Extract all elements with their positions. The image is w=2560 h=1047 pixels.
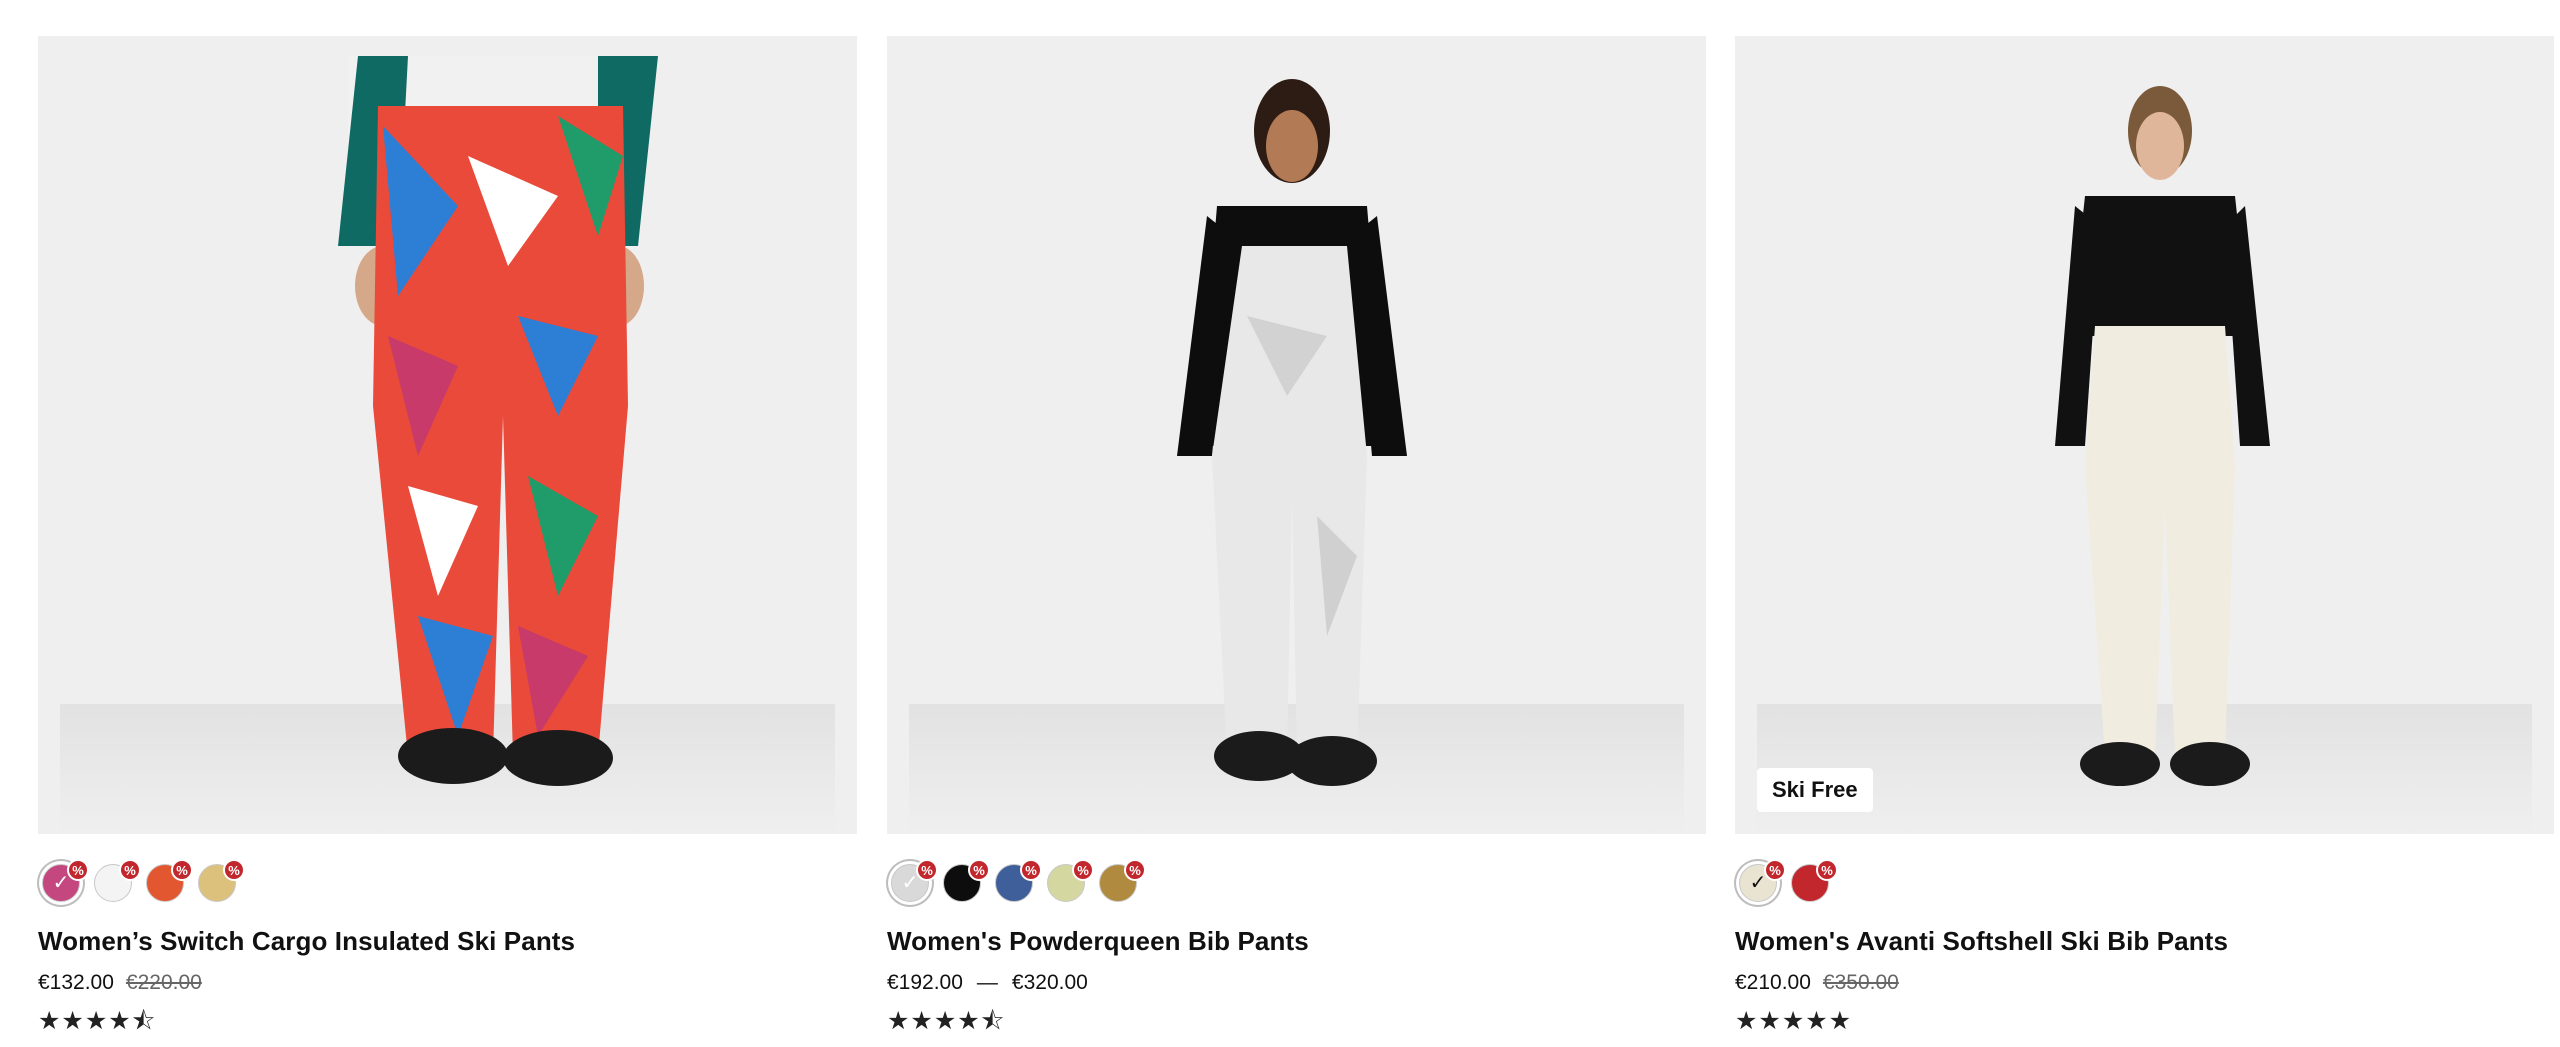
product-title[interactable]: Women's Avanti Softshell Ski Bib Pants [1735,924,2554,958]
sale-badge-icon: % [1816,859,1838,881]
color-swatch[interactable]: % [1047,859,1094,902]
sale-badge-icon: % [1124,859,1146,881]
sale-badge-icon: % [968,859,990,881]
price-range-separator: — [976,971,998,994]
original-price: €350.00 [1822,971,1899,994]
rating-stars: ★★★★★ [1735,1007,1853,1035]
sale-price: €210.00 [1735,971,1811,994]
color-swatch[interactable]: % [943,859,990,902]
product-title[interactable]: Women's Powderqueen Bib Pants [887,924,1706,958]
sale-badge-icon: % [1764,859,1786,881]
product-price: €132.00 €220.00 [38,968,857,998]
ski-pants-model-image [338,56,658,786]
product-price: €210.00 €350.00 [1735,968,2554,998]
color-swatch[interactable]: % [1791,859,1838,902]
sale-price: €132.00 [38,971,114,994]
product-image[interactable]: Ski Free [1735,36,2554,834]
product-price-range: €192.00 — €320.00 [887,968,1706,998]
product-image[interactable] [887,36,1706,834]
rating-stars: ★★★★⯪ [887,1007,1006,1035]
original-price: €220.00 [125,971,202,994]
sale-badge-icon: % [1072,859,1094,881]
rating-stars: ★★★★⯪ [38,1007,157,1035]
color-swatch[interactable]: % [198,859,245,902]
sale-badge-icon: % [119,859,141,881]
color-swatches: ✓% % % % % [887,848,1706,908]
price-to: €320.00 [1011,971,1088,994]
color-swatch[interactable]: ✓% [42,859,89,902]
softshell-bib-model-image [2055,86,2270,786]
color-swatches: ✓% % % % [38,848,857,908]
bib-pants-model-image [1177,79,1407,786]
product-card[interactable]: ✓% % % % % Women's Powderqueen Bib Pants… [887,36,1706,1036]
promo-badge: Ski Free [1757,768,1873,812]
sale-badge-icon: % [171,859,193,881]
color-swatches: ✓% % [1735,848,2554,908]
sale-badge-icon: % [1020,859,1042,881]
color-swatch[interactable]: % [146,859,193,902]
product-card[interactable]: ✓% % % % Women’s Switch Cargo Insulated … [38,36,857,1036]
product-image[interactable] [38,36,857,834]
price-from: €192.00 [887,971,963,994]
product-title[interactable]: Women’s Switch Cargo Insulated Ski Pants [38,924,857,958]
color-swatch[interactable]: % [995,859,1042,902]
color-swatch[interactable]: ✓% [891,859,938,902]
product-card[interactable]: Ski Free ✓% % Women's Avanti Softshell S… [1735,36,2554,1036]
color-swatch[interactable]: % [1099,859,1146,902]
sale-badge-icon: % [916,859,938,881]
color-swatch[interactable]: ✓% [1739,859,1786,902]
color-swatch[interactable]: % [94,859,141,902]
sale-badge-icon: % [67,859,89,881]
sale-badge-icon: % [223,859,245,881]
